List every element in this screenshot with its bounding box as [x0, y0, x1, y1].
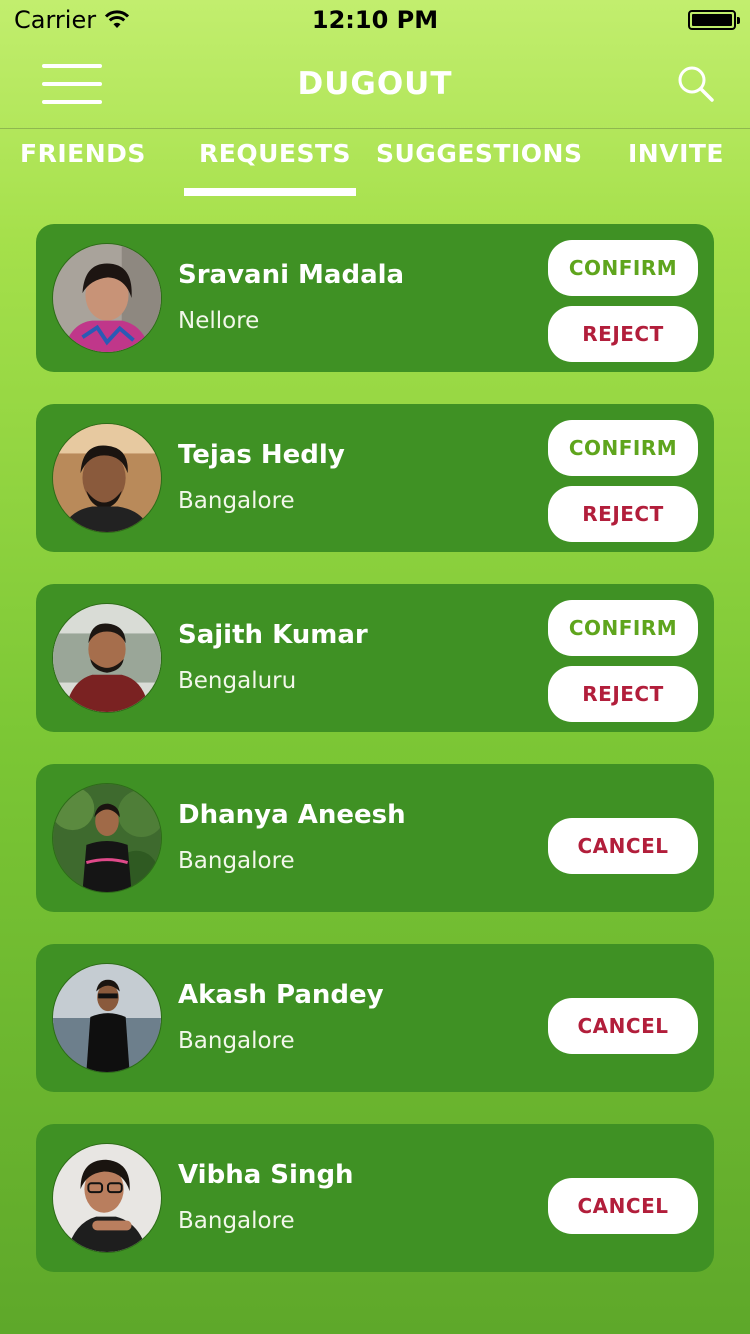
requester-name: Vibha Singh	[178, 1160, 354, 1190]
hamburger-menu-icon[interactable]	[42, 64, 102, 104]
requester-city: Nellore	[178, 308, 260, 334]
app-title: DUGOUT	[297, 66, 453, 102]
request-card: Tejas Hedly Bangalore CONFIRM REJECT	[36, 404, 714, 552]
request-card: Vibha Singh Bangalore CANCEL	[36, 1124, 714, 1272]
status-left: Carrier	[14, 6, 214, 34]
tab-bar: FRIENDS REQUESTS SUGGESTIONS INVITE	[0, 129, 750, 201]
avatar[interactable]	[52, 243, 162, 353]
requester-city: Bangalore	[178, 1208, 295, 1234]
confirm-button[interactable]: CONFIRM	[548, 420, 698, 476]
requester-name: Dhanya Aneesh	[178, 800, 406, 830]
avatar[interactable]	[52, 423, 162, 533]
request-card: Dhanya Aneesh Bangalore CANCEL	[36, 764, 714, 912]
active-tab-indicator	[184, 188, 356, 196]
requester-name: Akash Pandey	[178, 980, 384, 1010]
request-card: Sravani Madala Nellore CONFIRM REJECT	[36, 224, 714, 372]
request-card: Sajith Kumar Bengaluru CONFIRM REJECT	[36, 584, 714, 732]
cancel-request-button[interactable]: CANCEL	[548, 1178, 698, 1234]
confirm-button[interactable]: CONFIRM	[548, 240, 698, 296]
cancel-request-button[interactable]: CANCEL	[548, 818, 698, 874]
avatar[interactable]	[52, 1143, 162, 1253]
reject-button[interactable]: REJECT	[548, 306, 698, 362]
carrier-label: Carrier	[14, 6, 97, 34]
status-bar: Carrier 12:10 PM	[0, 0, 750, 40]
confirm-button[interactable]: CONFIRM	[548, 600, 698, 656]
status-right	[536, 10, 740, 30]
tab-requests[interactable]: REQUESTS	[199, 139, 351, 168]
reject-button[interactable]: REJECT	[548, 666, 698, 722]
wifi-icon	[105, 10, 130, 28]
search-icon[interactable]	[676, 64, 716, 104]
requester-name: Tejas Hedly	[178, 440, 345, 470]
request-card: Akash Pandey Bangalore CANCEL	[36, 944, 714, 1092]
avatar[interactable]	[52, 603, 162, 713]
requester-city: Bangalore	[178, 1028, 295, 1054]
requester-city: Bangalore	[178, 488, 295, 514]
avatar[interactable]	[52, 963, 162, 1073]
requester-name: Sravani Madala	[178, 260, 405, 290]
tab-invite[interactable]: INVITE	[628, 139, 724, 168]
nav-bar: DUGOUT	[0, 40, 750, 128]
avatar[interactable]	[52, 783, 162, 893]
status-time: 12:10 PM	[311, 6, 439, 34]
cancel-request-button[interactable]: CANCEL	[548, 998, 698, 1054]
tab-suggestions[interactable]: SUGGESTIONS	[376, 139, 582, 168]
battery-icon	[687, 10, 740, 30]
tab-friends[interactable]: FRIENDS	[20, 139, 146, 168]
reject-button[interactable]: REJECT	[548, 486, 698, 542]
requester-name: Sajith Kumar	[178, 620, 368, 650]
requester-city: Bengaluru	[178, 668, 297, 694]
requester-city: Bangalore	[178, 848, 295, 874]
